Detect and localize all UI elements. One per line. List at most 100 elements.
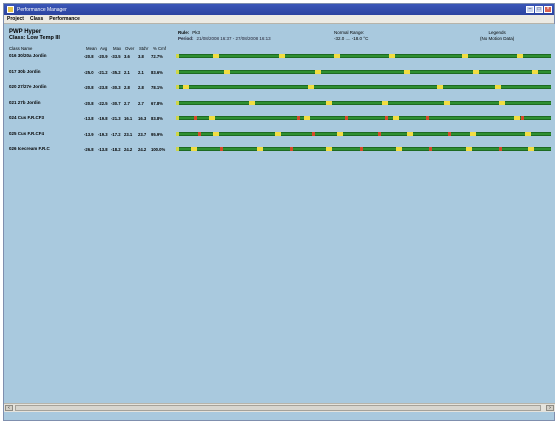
row-name[interactable]: 020 27/27e Jordin (9, 84, 47, 89)
row-value-stdv: 23.7 (138, 131, 147, 137)
in-range-marker[interactable] (382, 101, 388, 105)
timeline-track[interactable] (176, 70, 551, 74)
in-range-marker[interactable] (191, 147, 197, 151)
track-start-marker (176, 116, 179, 120)
in-range-marker[interactable] (470, 132, 476, 136)
alarm-marker[interactable] (448, 132, 451, 136)
alarm-marker[interactable] (499, 147, 502, 151)
alarm-marker[interactable] (426, 116, 429, 120)
minimize-icon[interactable]: – (526, 6, 534, 13)
menu-class[interactable]: Class (30, 16, 43, 22)
menu-project[interactable]: Project (7, 16, 24, 22)
normal-range-header: Normal Range: -32.0 .... -18.0 °C (334, 30, 368, 41)
in-range-marker[interactable] (517, 54, 523, 58)
column-header-mean[interactable]: Mean (86, 46, 97, 51)
arrow-left-icon[interactable]: ‹ (5, 405, 13, 411)
timeline-track[interactable] (176, 116, 551, 120)
row-name[interactable]: 026 Icecream F.R.C (9, 146, 50, 151)
timeline-track[interactable] (176, 101, 551, 105)
column-header-pct[interactable]: % Cmf (153, 46, 166, 51)
in-range-marker[interactable] (213, 54, 219, 58)
in-range-marker[interactable] (514, 116, 520, 120)
row-value-avg: -23.8 (98, 84, 108, 90)
in-range-marker[interactable] (209, 116, 215, 120)
in-range-marker[interactable] (499, 101, 505, 105)
in-range-marker[interactable] (407, 132, 413, 136)
in-range-marker[interactable] (224, 70, 230, 74)
alarm-marker[interactable] (290, 147, 293, 151)
class-name: Class: Low Temp III (9, 35, 60, 41)
in-range-marker[interactable] (308, 85, 314, 89)
row-name[interactable]: 021 27b Jordin (9, 100, 41, 105)
row-value-avg: -13.8 (98, 146, 108, 152)
close-icon[interactable]: × (544, 6, 552, 13)
column-header-stdv[interactable]: StdV (139, 46, 148, 51)
in-range-marker[interactable] (396, 147, 402, 151)
row-value-mean: -26.8 (84, 146, 94, 152)
in-range-marker[interactable] (528, 147, 534, 151)
arrow-right-icon[interactable]: › (546, 405, 554, 411)
alarm-marker[interactable] (312, 132, 315, 136)
row-value-stdv: 2.1 (138, 69, 144, 75)
in-range-marker[interactable] (444, 101, 450, 105)
row-value-over: 16.1 (124, 115, 133, 121)
alarm-marker[interactable] (429, 147, 432, 151)
in-range-marker[interactable] (462, 54, 468, 58)
in-range-marker[interactable] (304, 116, 310, 120)
in-range-marker[interactable] (495, 85, 501, 89)
in-range-marker[interactable] (437, 85, 443, 89)
title-bar[interactable]: Performance Manager – □ × (4, 4, 554, 15)
in-range-marker[interactable] (275, 132, 281, 136)
in-range-marker[interactable] (389, 54, 395, 58)
row-value-max: -21.3 (111, 115, 121, 121)
in-range-marker[interactable] (404, 70, 410, 74)
horizontal-scrollbar[interactable]: ‹ › (4, 403, 555, 412)
alarm-marker[interactable] (194, 116, 197, 120)
in-range-marker[interactable] (257, 147, 263, 151)
in-range-marker[interactable] (326, 147, 332, 151)
alarm-marker[interactable] (220, 147, 223, 151)
in-range-marker[interactable] (393, 116, 399, 120)
timeline-track[interactable] (176, 54, 551, 58)
row-name[interactable]: 024 Cus F.R.CF3 (9, 115, 44, 120)
alarm-marker[interactable] (385, 116, 388, 120)
row-name[interactable]: 017 30b Jordin (9, 69, 41, 74)
alarm-marker[interactable] (345, 116, 348, 120)
in-range-marker[interactable] (326, 101, 332, 105)
in-range-marker[interactable] (315, 70, 321, 74)
in-range-marker[interactable] (249, 101, 255, 105)
in-range-marker[interactable] (525, 132, 531, 136)
in-range-marker[interactable] (334, 54, 340, 58)
alarm-marker[interactable] (378, 132, 381, 136)
menu-performance[interactable]: Performance (49, 16, 80, 22)
timeline-track[interactable] (176, 85, 551, 89)
column-header-over[interactable]: Over (125, 46, 134, 51)
row-name[interactable]: 016 30/20a Jordin (9, 53, 47, 58)
alarm-marker[interactable] (521, 116, 524, 120)
legend-value: (No Motion Data) (480, 35, 515, 41)
alarm-marker[interactable] (297, 116, 300, 120)
column-header-name[interactable]: Class Name (9, 46, 32, 51)
row-value-pct: 83.8% (151, 115, 163, 121)
row-value-avg: -22.5 (98, 100, 108, 106)
timeline-track[interactable] (176, 132, 551, 136)
row-name[interactable]: 025 Cus F.R.CF4 (9, 131, 44, 136)
in-range-marker[interactable] (532, 70, 538, 74)
scrollbar-thumb[interactable] (15, 405, 541, 411)
column-header-avg[interactable]: Avg (100, 46, 107, 51)
row-value-over: 23.1 (124, 131, 133, 137)
in-range-marker[interactable] (213, 132, 219, 136)
row-value-pct: 95.9% (151, 131, 163, 137)
rule-label: Rule: (178, 30, 190, 35)
column-header-max[interactable]: Max (113, 46, 121, 51)
in-range-marker[interactable] (279, 54, 285, 58)
maximize-icon[interactable]: □ (535, 6, 543, 13)
alarm-marker[interactable] (360, 147, 363, 151)
in-range-marker[interactable] (183, 85, 189, 89)
timeline-track[interactable] (176, 147, 551, 151)
in-range-marker[interactable] (466, 147, 472, 151)
row-value-pct: 67.8% (151, 100, 163, 106)
alarm-marker[interactable] (198, 132, 201, 136)
in-range-marker[interactable] (337, 132, 343, 136)
in-range-marker[interactable] (473, 70, 479, 74)
